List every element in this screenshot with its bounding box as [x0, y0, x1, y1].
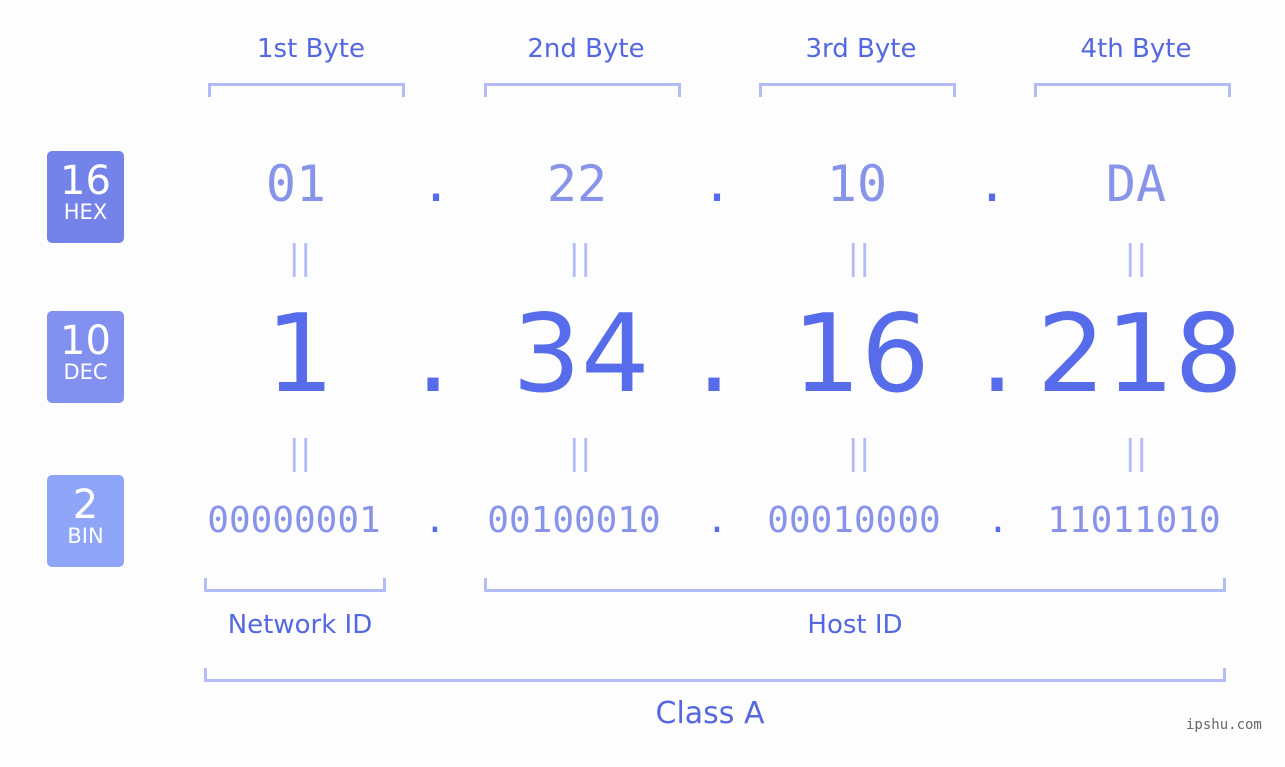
hex-value-1: 01	[265, 155, 327, 213]
bin-value-1: 00000001	[207, 500, 381, 541]
bin-value-3: 00010000	[767, 500, 941, 541]
equals-sign: ||	[1124, 433, 1148, 473]
hex-badge: 16 HEX	[47, 151, 124, 243]
hex-badge-number: 16	[60, 158, 111, 204]
dec-separator-3: .	[979, 292, 1015, 417]
equals-sign: ||	[568, 238, 592, 278]
dec-badge-label: DEC	[63, 360, 108, 384]
hex-separator-2: .	[701, 155, 733, 213]
dec-value-1: 1	[265, 292, 335, 417]
byte-header-4: 4th Byte	[1080, 34, 1192, 64]
bin-value-2: 00100010	[487, 500, 661, 541]
bin-separator-2: .	[706, 500, 728, 541]
dec-value-3: 16	[792, 292, 930, 417]
network-id-bracket	[204, 578, 386, 592]
dec-badge: 10 DEC	[47, 311, 124, 403]
dec-separator-2: .	[696, 292, 732, 417]
equals-sign: ||	[568, 433, 592, 473]
host-id-bracket	[484, 578, 1226, 592]
dec-badge-number: 10	[60, 318, 111, 364]
bin-value-4: 11011010	[1047, 500, 1221, 541]
hex-value-2: 22	[546, 155, 608, 213]
bin-separator-1: .	[424, 500, 446, 541]
equals-sign: ||	[288, 238, 312, 278]
byte-bracket-4	[1034, 83, 1231, 97]
host-id-label: Host ID	[807, 610, 903, 640]
byte-bracket-1	[208, 83, 405, 97]
equals-sign: ||	[847, 238, 871, 278]
hex-value-3: 10	[826, 155, 888, 213]
equals-sign: ||	[847, 433, 871, 473]
dec-value-2: 34	[512, 292, 650, 417]
hex-value-4: DA	[1105, 155, 1167, 213]
bin-badge-number: 2	[72, 482, 99, 528]
byte-bracket-3	[759, 83, 956, 97]
hex-separator-3: .	[976, 155, 1008, 213]
class-bracket	[204, 668, 1226, 682]
byte-bracket-2	[484, 83, 681, 97]
watermark: ipshu.com	[1186, 717, 1262, 733]
byte-header-3: 3rd Byte	[805, 34, 917, 64]
equals-sign: ||	[1124, 238, 1148, 278]
equals-sign: ||	[288, 433, 312, 473]
byte-header-1: 1st Byte	[257, 34, 365, 64]
dec-value-4: 218	[1036, 292, 1244, 417]
dec-separator-1: .	[415, 292, 451, 417]
network-id-label: Network ID	[227, 610, 373, 640]
hex-separator-1: .	[420, 155, 452, 213]
bin-badge: 2 BIN	[47, 475, 124, 567]
bin-badge-label: BIN	[67, 524, 104, 548]
bin-separator-3: .	[987, 500, 1009, 541]
hex-badge-label: HEX	[63, 200, 108, 224]
byte-header-2: 2nd Byte	[527, 34, 645, 64]
class-label: Class A	[655, 696, 765, 731]
